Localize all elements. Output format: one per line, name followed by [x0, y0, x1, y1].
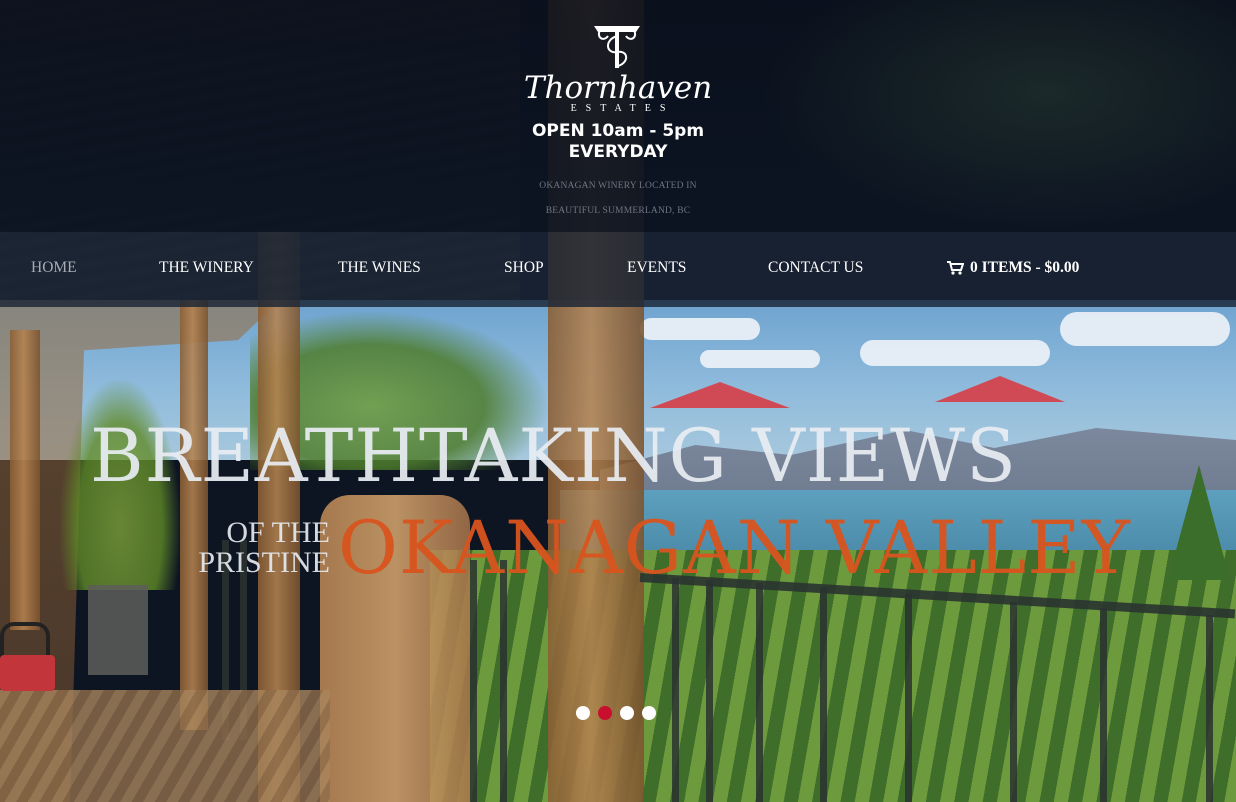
main-navigation: HOME THE WINERY THE WINES SHOP EVENTS CO… — [0, 232, 1236, 307]
hours-line: OPEN 10am - 5pm — [531, 121, 705, 141]
nav-item-events[interactable]: EVENTS — [627, 259, 686, 277]
tagline: OKANAGAN WINERY LOCATED IN BEAUTIFUL SUM… — [470, 174, 766, 224]
nav-item-contact-us[interactable]: CONTACT US — [768, 259, 863, 277]
hero-highlight: OKANAGAN VALLEY — [338, 506, 1131, 591]
railing-bar — [1010, 602, 1017, 802]
hours-line: EVERYDAY — [568, 142, 668, 162]
railing-bar — [1206, 615, 1213, 802]
shopping-cart-icon — [947, 261, 964, 275]
tagline-line: OKANAGAN WINERY LOCATED IN — [539, 181, 697, 191]
railing-bar — [1100, 608, 1107, 802]
slider-dot-3[interactable] — [620, 706, 634, 720]
thornhaven-logo-icon — [594, 26, 640, 68]
wooden-post — [180, 300, 208, 730]
opening-hours: OPEN 10am - 5pm EVERYDAY — [500, 121, 736, 163]
site-header: Thornhaven ESTATES OPEN 10am - 5pm EVERY… — [0, 0, 1236, 232]
nav-item-shop[interactable]: SHOP — [504, 259, 544, 277]
hero-headline: BREATHTAKING VIEWS — [90, 414, 1018, 499]
railing-bar — [820, 588, 827, 802]
slider-pagination — [576, 706, 656, 720]
railing-bar — [905, 594, 912, 802]
brand-subtitle: ESTATES — [570, 103, 675, 114]
cloud — [1060, 312, 1230, 346]
slider-dot-1[interactable] — [576, 706, 590, 720]
railing-bar — [500, 560, 507, 802]
nav-item-the-wines[interactable]: THE WINES — [338, 259, 421, 277]
cart-link[interactable]: 0 ITEMS - $0.00 — [947, 259, 1079, 277]
planter — [88, 585, 148, 675]
deck-floor — [0, 690, 330, 802]
hero-sub-line: OF THE — [226, 516, 330, 549]
railing-bar — [470, 560, 477, 802]
cloud — [860, 340, 1050, 366]
slider-dot-4[interactable] — [642, 706, 656, 720]
tagline-line: BEAUTIFUL SUMMERLAND, BC — [545, 206, 691, 216]
railing-bar — [706, 580, 713, 802]
hero-sub-line: PRISTINE — [198, 546, 330, 579]
cloud — [700, 350, 820, 368]
cart-summary: 0 ITEMS - $0.00 — [970, 259, 1080, 276]
railing-bar — [756, 583, 763, 802]
cloud — [640, 318, 760, 340]
nav-item-home[interactable]: HOME — [31, 259, 77, 277]
railing-bar — [672, 578, 679, 802]
chair-cushion — [0, 655, 55, 691]
brand-name: Thornhaven — [523, 70, 713, 106]
slider-dot-2[interactable] — [598, 706, 612, 720]
wooden-post — [10, 330, 40, 630]
nav-item-the-winery[interactable]: THE WINERY — [159, 259, 254, 277]
hero-subheadline: OF THE PRISTINE — [185, 518, 330, 578]
